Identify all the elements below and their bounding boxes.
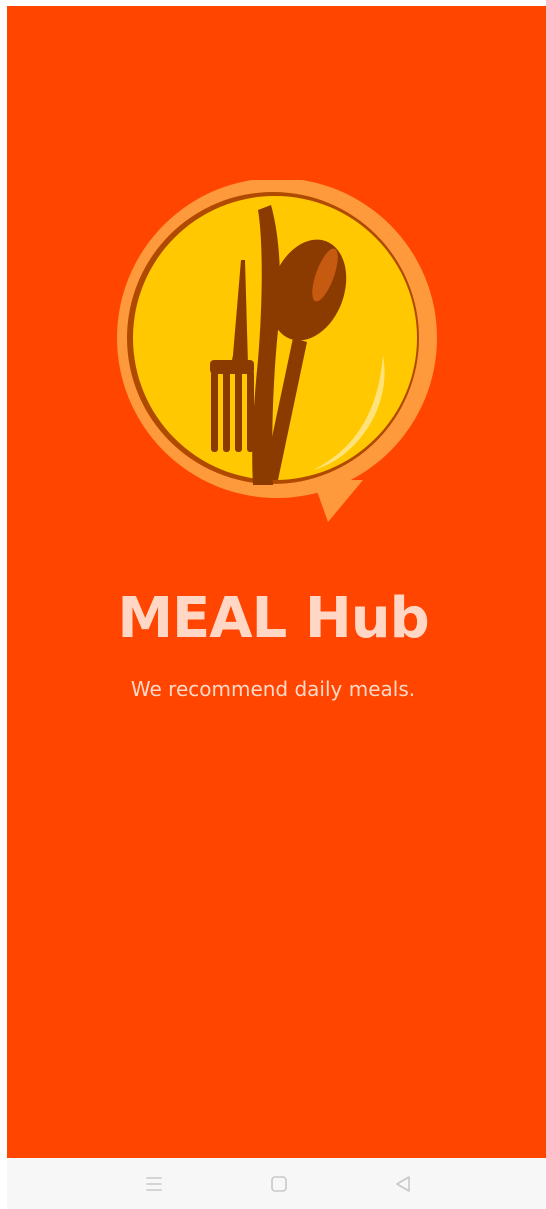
app-title: MEAL Hub	[117, 586, 429, 651]
splash-background	[7, 6, 546, 1158]
app-tagline: We recommend daily meals.	[130, 677, 416, 701]
back-icon[interactable]	[391, 1172, 415, 1196]
app-logo	[113, 180, 443, 530]
home-icon[interactable]	[267, 1172, 291, 1196]
splash-screen: MEAL Hub We recommend daily meals.	[0, 0, 546, 1209]
menu-icon[interactable]	[142, 1172, 166, 1196]
system-navigation-bar	[7, 1158, 546, 1209]
fork-and-spoon-plate-icon	[113, 180, 443, 530]
